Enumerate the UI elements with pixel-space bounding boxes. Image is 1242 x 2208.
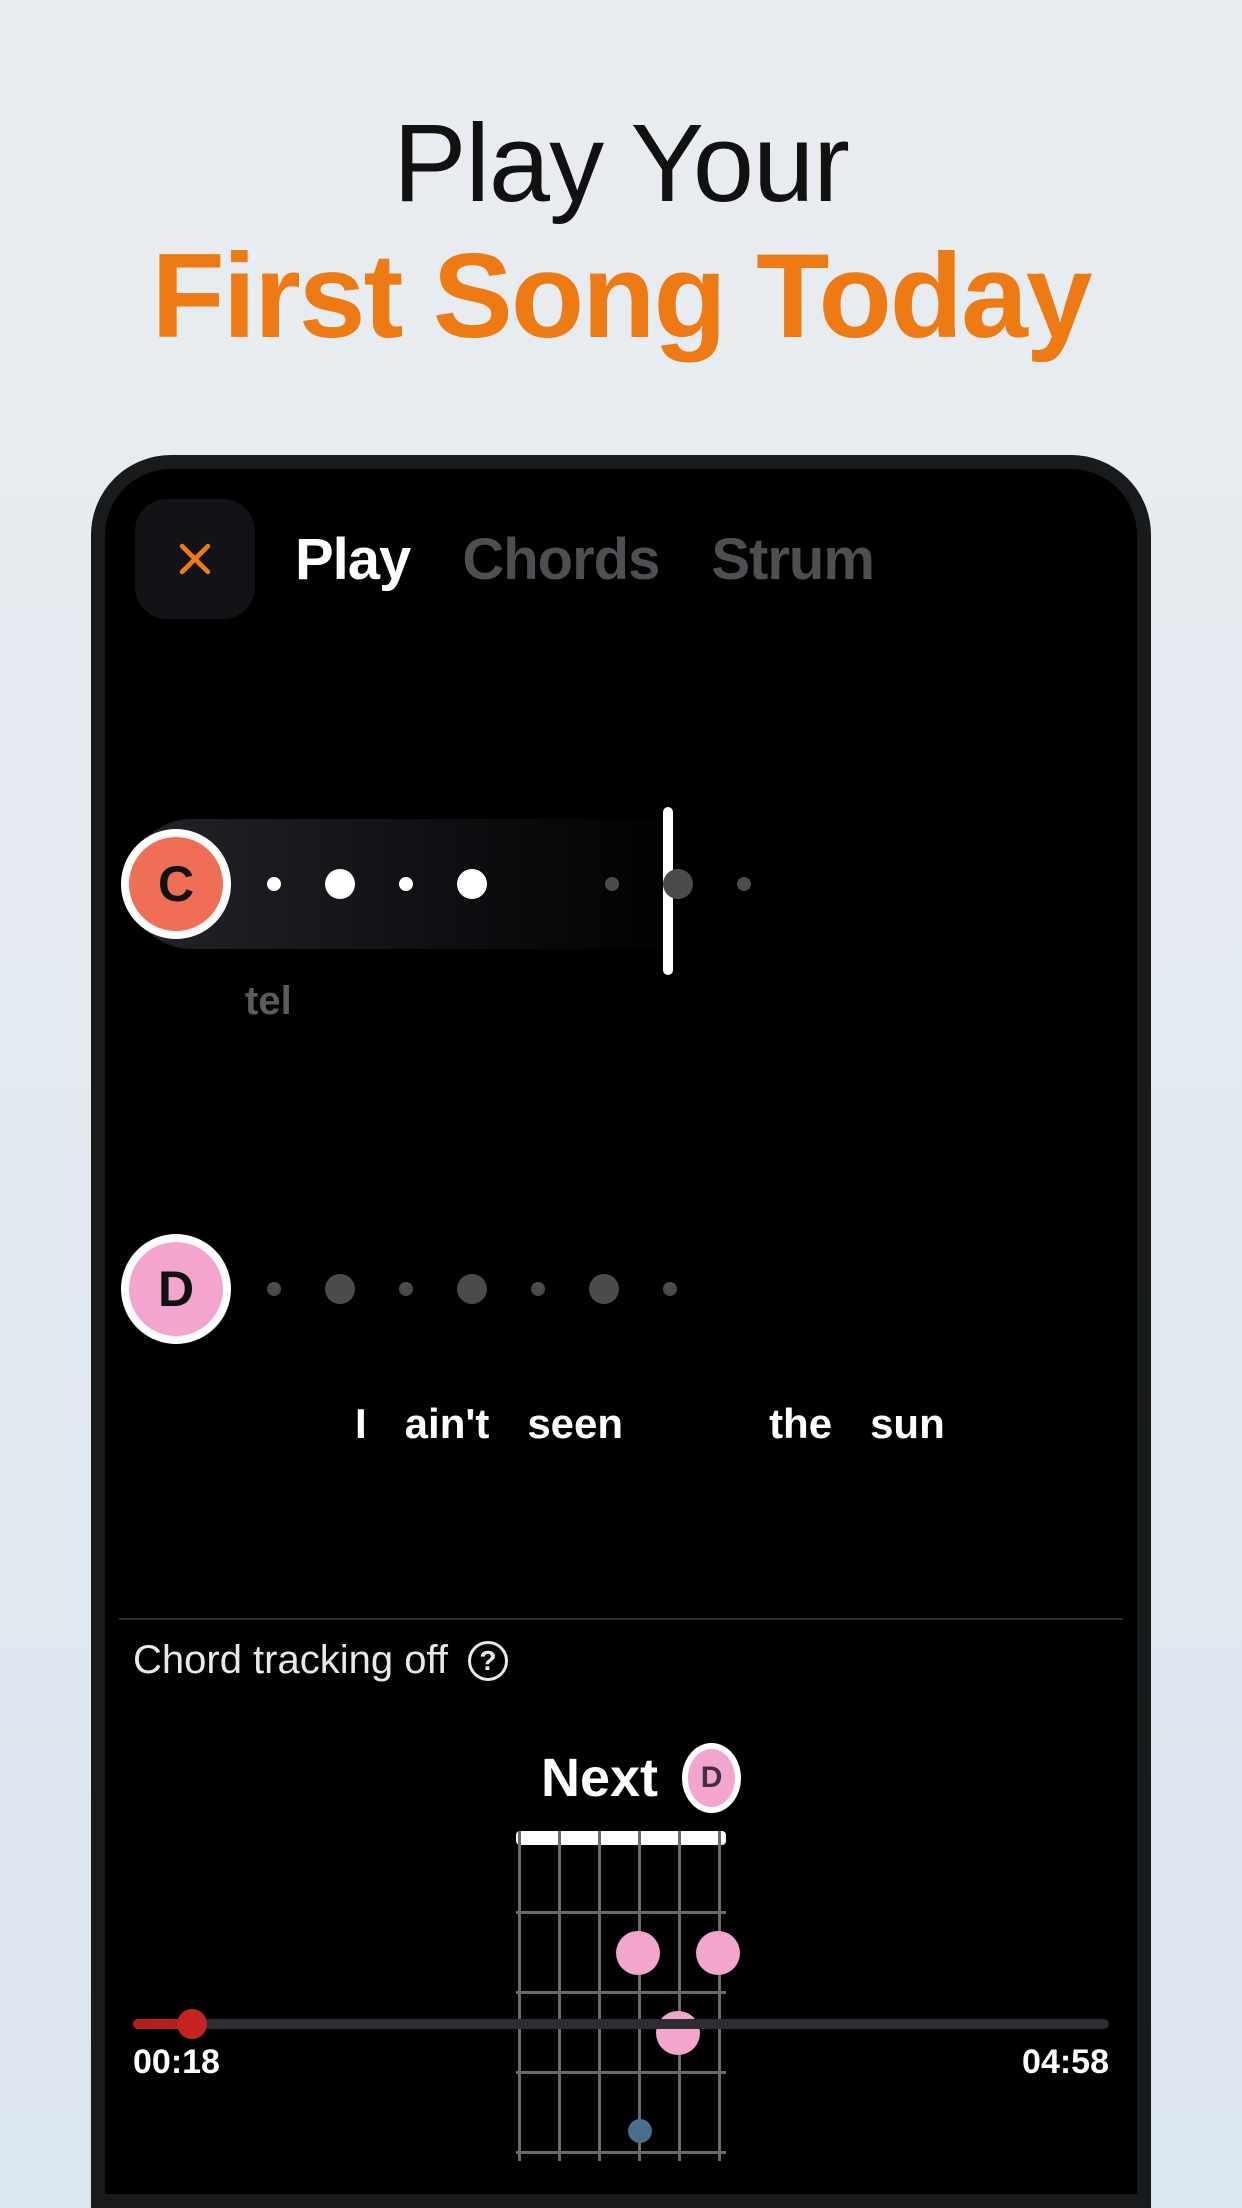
- mode-tabs: Play Chords Strum: [295, 526, 874, 593]
- lyric-word: I: [355, 1400, 367, 1448]
- beat-dots-row: [267, 1224, 677, 1354]
- phone-side-button: [1145, 1049, 1151, 1179]
- promo-line2: First Song Today: [151, 227, 1090, 365]
- phone-frame: Play Chords Strum C tel D: [91, 455, 1151, 2208]
- lyric-word: the: [769, 1400, 832, 1448]
- close-button[interactable]: [135, 499, 255, 619]
- finger-dot: [696, 1931, 740, 1975]
- chord-lane-2[interactable]: D: [127, 1224, 1137, 1354]
- chord-bubble-c: C: [121, 829, 231, 939]
- fret-marker-dot: [628, 2119, 652, 2143]
- chord-bubble-d: D: [121, 1234, 231, 1344]
- time-duration: 04:58: [1022, 2043, 1109, 2082]
- promo-heading: Play Your First Song Today: [151, 100, 1090, 365]
- chord-tracking-label: Chord tracking off: [133, 1638, 448, 1683]
- playback-bar: 00:18 04:58: [133, 2019, 1109, 2082]
- chord-lanes: C tel D: [105, 819, 1137, 1448]
- seek-track[interactable]: [133, 2019, 1109, 2029]
- chord-tracking-row[interactable]: Chord tracking off ?: [133, 1638, 1137, 1683]
- chord-lane-1[interactable]: C: [127, 819, 687, 949]
- lyric-word: seen: [527, 1400, 623, 1448]
- lyric-word: ain't: [405, 1400, 490, 1448]
- close-icon: [173, 537, 217, 581]
- tab-play[interactable]: Play: [295, 526, 410, 593]
- beat-dots-row: [267, 819, 751, 949]
- next-chord-block: Next D: [501, 1743, 741, 2161]
- finger-dot: [616, 1931, 660, 1975]
- next-chord-badge: D: [682, 1743, 741, 1813]
- help-icon[interactable]: ?: [468, 1641, 508, 1681]
- phone-side-button: [1145, 1369, 1151, 1629]
- lyric-fragment: tel: [245, 979, 1137, 1024]
- chord-diagram: [516, 1831, 726, 2161]
- tab-strum[interactable]: Strum: [711, 526, 874, 593]
- divider: [119, 1618, 1123, 1620]
- lyric-row: I ain't seen the sun: [355, 1400, 1137, 1448]
- next-label: Next: [541, 1747, 658, 1809]
- lyric-word: sun: [870, 1400, 945, 1448]
- app-topbar: Play Chords Strum: [105, 469, 1137, 619]
- time-elapsed: 00:18: [133, 2043, 220, 2082]
- tab-chords[interactable]: Chords: [462, 526, 659, 593]
- promo-line1: Play Your: [151, 100, 1090, 227]
- seek-thumb[interactable]: [177, 2009, 207, 2039]
